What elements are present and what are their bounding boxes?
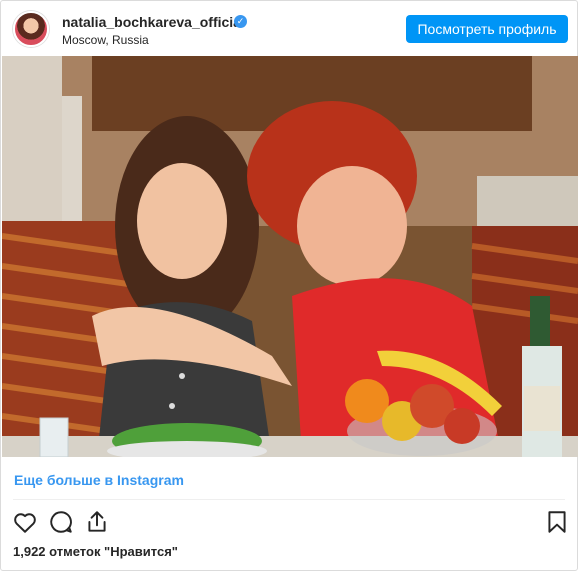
post-header: natalia_bochkareva_official ✓ Moscow, Ru… (1, 1, 577, 55)
comment-bubble-icon[interactable] (48, 509, 74, 535)
instagram-embed-card: natalia_bochkareva_official ✓ Moscow, Ru… (0, 0, 578, 571)
more-on-instagram-link[interactable]: Еще больше в Instagram (14, 472, 184, 488)
bookmark-icon[interactable] (544, 509, 570, 535)
share-icon[interactable] (84, 509, 110, 535)
verified-badge-icon: ✓ (234, 15, 247, 28)
view-profile-button[interactable]: Посмотреть профиль (406, 15, 568, 43)
likes-count[interactable]: 1,922 отметок "Нравится" (13, 544, 178, 559)
divider (13, 499, 565, 500)
post-photo[interactable] (2, 56, 578, 457)
location-link[interactable]: Moscow, Russia (62, 33, 149, 47)
avatar[interactable] (13, 11, 49, 47)
username-link[interactable]: natalia_bochkareva_official (62, 14, 245, 30)
heart-icon[interactable] (12, 509, 38, 535)
